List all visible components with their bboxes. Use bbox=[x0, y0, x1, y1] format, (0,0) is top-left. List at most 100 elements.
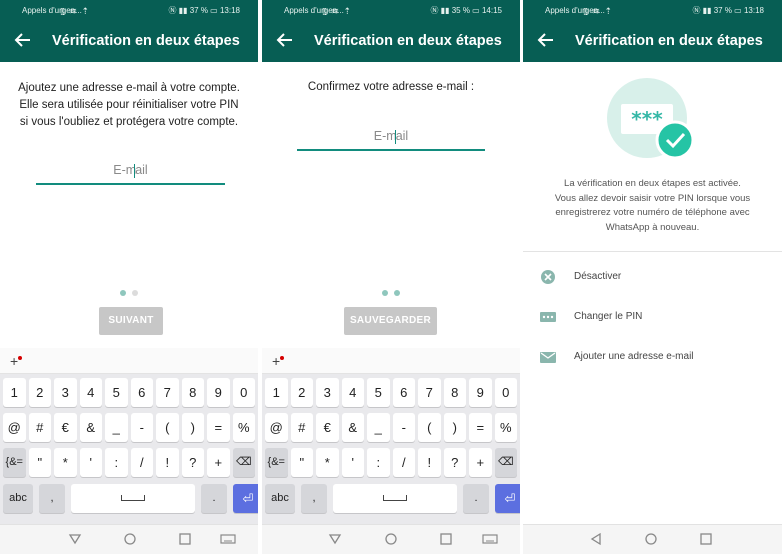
key[interactable]: ( bbox=[418, 413, 441, 442]
nav-back-icon[interactable] bbox=[328, 532, 342, 546]
key[interactable]: 3 bbox=[316, 378, 339, 407]
symbols-key[interactable]: {&= bbox=[265, 448, 288, 477]
option-add-email[interactable]: Ajouter une adresse e-mail bbox=[523, 343, 782, 373]
nav-back-icon[interactable] bbox=[68, 532, 82, 546]
backspace-key[interactable]: ⌫ bbox=[494, 448, 517, 477]
key[interactable]: 3 bbox=[54, 378, 77, 407]
key[interactable]: = bbox=[469, 413, 492, 442]
nav-recents-icon[interactable] bbox=[439, 532, 453, 546]
header: Appels d'urgen... ▯ ≋ ⇡ Ⓝ ▮▮ 37 % ▭ 13:1… bbox=[0, 0, 258, 62]
key[interactable]: 6 bbox=[130, 378, 153, 407]
key[interactable]: & bbox=[79, 413, 102, 442]
key[interactable]: € bbox=[316, 413, 339, 442]
enter-key[interactable]: ⏎ bbox=[233, 484, 258, 513]
key[interactable]: @ bbox=[3, 413, 26, 442]
key[interactable]: / bbox=[392, 448, 415, 477]
key[interactable]: 2 bbox=[28, 378, 51, 407]
key[interactable]: + bbox=[469, 448, 492, 477]
enter-key[interactable]: ⏎ bbox=[495, 484, 520, 513]
key[interactable]: % bbox=[494, 413, 517, 442]
key[interactable]: ) bbox=[443, 413, 466, 442]
key[interactable]: * bbox=[316, 448, 339, 477]
key[interactable]: + bbox=[207, 448, 230, 477]
key[interactable]: 9 bbox=[207, 378, 230, 407]
key[interactable]: - bbox=[392, 413, 415, 442]
key[interactable]: * bbox=[54, 448, 77, 477]
key[interactable]: 2 bbox=[290, 378, 313, 407]
key[interactable]: 6 bbox=[392, 378, 415, 407]
add-icon[interactable]: + bbox=[10, 353, 18, 369]
email-confirm-field[interactable]: E-mail bbox=[297, 123, 485, 151]
key[interactable]: " bbox=[28, 448, 51, 477]
key[interactable]: 1 bbox=[3, 378, 26, 407]
key[interactable]: 5 bbox=[105, 378, 128, 407]
key[interactable]: , bbox=[39, 484, 65, 513]
key[interactable]: @ bbox=[265, 413, 288, 442]
space-key[interactable] bbox=[71, 484, 195, 513]
key[interactable]: 5 bbox=[367, 378, 390, 407]
nav-recents-icon[interactable] bbox=[178, 532, 192, 546]
key[interactable]: 0 bbox=[494, 378, 517, 407]
description-line: Confirmez votre adresse e-mail : bbox=[307, 81, 475, 93]
key[interactable]: € bbox=[54, 413, 77, 442]
pin-dots-icon bbox=[540, 312, 556, 322]
key[interactable]: 7 bbox=[156, 378, 179, 407]
key[interactable]: 8 bbox=[181, 378, 204, 407]
key[interactable]: # bbox=[28, 413, 51, 442]
option-disable[interactable]: Désactiver bbox=[523, 263, 782, 293]
key[interactable]: 4 bbox=[341, 378, 364, 407]
key[interactable]: & bbox=[341, 413, 364, 442]
key[interactable]: / bbox=[130, 448, 153, 477]
nav-home-icon[interactable] bbox=[123, 532, 137, 546]
key[interactable]: % bbox=[232, 413, 255, 442]
key[interactable]: 0 bbox=[232, 378, 255, 407]
keyboard-toolbar: + bbox=[0, 348, 258, 374]
key[interactable]: : bbox=[105, 448, 128, 477]
nav-recents-icon[interactable] bbox=[699, 532, 713, 546]
key[interactable]: ? bbox=[443, 448, 466, 477]
back-arrow-icon[interactable] bbox=[537, 31, 555, 49]
header: Appels d'urgen... ▯ ≋ ⇡ Ⓝ ▮▮ 37 % ▭ 13:1… bbox=[523, 0, 782, 62]
nav-home-icon[interactable] bbox=[644, 532, 658, 546]
space-key[interactable] bbox=[333, 484, 457, 513]
add-icon[interactable]: + bbox=[272, 353, 280, 369]
nav-back-icon[interactable] bbox=[589, 532, 603, 546]
keyboard-hide-icon[interactable] bbox=[220, 532, 236, 546]
next-button[interactable]: SUIVANT bbox=[99, 307, 163, 335]
nav-home-icon[interactable] bbox=[384, 532, 398, 546]
key[interactable]: : bbox=[367, 448, 390, 477]
symbols-key[interactable]: {&= bbox=[3, 448, 26, 477]
save-button[interactable]: SAUVEGARDER bbox=[344, 307, 437, 335]
back-arrow-icon[interactable] bbox=[14, 31, 32, 49]
key[interactable]: , bbox=[301, 484, 327, 513]
key[interactable]: . bbox=[463, 484, 489, 513]
key[interactable]: ' bbox=[341, 448, 364, 477]
page-indicator bbox=[0, 283, 258, 301]
key[interactable]: ) bbox=[181, 413, 204, 442]
key[interactable]: . bbox=[201, 484, 227, 513]
key[interactable]: 7 bbox=[418, 378, 441, 407]
key[interactable]: ! bbox=[418, 448, 441, 477]
key[interactable]: _ bbox=[105, 413, 128, 442]
key[interactable]: ! bbox=[156, 448, 179, 477]
option-change-pin[interactable]: Changer le PIN bbox=[523, 303, 782, 333]
email-placeholder: E-mail bbox=[373, 129, 409, 144]
back-arrow-icon[interactable] bbox=[276, 31, 294, 49]
key[interactable]: " bbox=[290, 448, 313, 477]
key[interactable]: ( bbox=[156, 413, 179, 442]
keyboard-hide-icon[interactable] bbox=[482, 532, 498, 546]
abc-key[interactable]: abc bbox=[265, 484, 295, 513]
key[interactable]: 8 bbox=[443, 378, 466, 407]
abc-key[interactable]: abc bbox=[3, 484, 33, 513]
key[interactable]: ' bbox=[79, 448, 102, 477]
key[interactable]: _ bbox=[367, 413, 390, 442]
key[interactable]: # bbox=[290, 413, 313, 442]
key[interactable]: ? bbox=[181, 448, 204, 477]
backspace-key[interactable]: ⌫ bbox=[232, 448, 255, 477]
key[interactable]: = bbox=[207, 413, 230, 442]
key[interactable]: 1 bbox=[265, 378, 288, 407]
key[interactable]: - bbox=[130, 413, 153, 442]
email-field[interactable]: E-mail bbox=[36, 157, 225, 185]
key[interactable]: 9 bbox=[469, 378, 492, 407]
key[interactable]: 4 bbox=[79, 378, 102, 407]
